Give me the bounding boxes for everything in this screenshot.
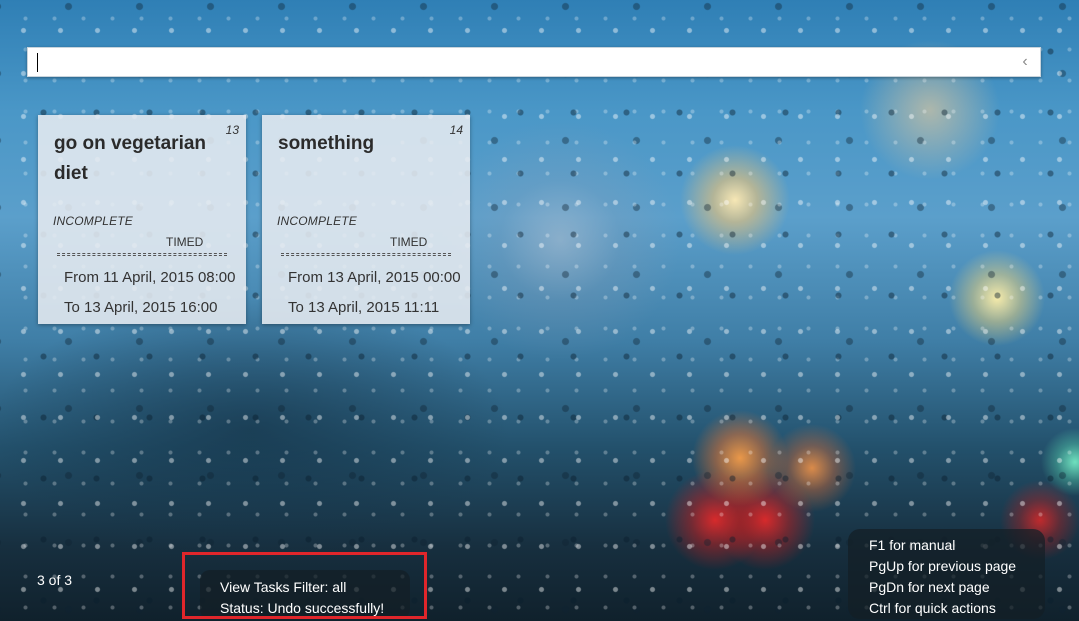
task-start-time: From 13 April, 2015 00:00	[288, 269, 461, 286]
help-panel: F1 for manual PgUp for previous page PgD…	[848, 529, 1045, 619]
task-status: INCOMPLETE	[53, 214, 134, 228]
chevron-left-icon[interactable]: ‹	[1018, 53, 1032, 71]
help-manual-text: F1 for manual	[869, 537, 956, 553]
status-highlight-box	[182, 552, 427, 619]
task-status: INCOMPLETE	[277, 214, 358, 228]
help-quick-actions-text: Ctrl for quick actions	[869, 600, 996, 616]
task-card[interactable]: 14 something INCOMPLETE TIMED From 13 Ap…	[262, 115, 470, 324]
task-divider	[281, 253, 451, 256]
task-divider	[57, 253, 227, 256]
task-end-time: To 13 April, 2015 11:11	[288, 299, 440, 316]
command-input[interactable]	[34, 50, 1004, 74]
task-type: TIMED	[166, 235, 204, 249]
task-title: something	[278, 133, 375, 154]
task-end-time: To 13 April, 2015 16:00	[64, 299, 218, 316]
task-card[interactable]: 13 go on vegetarian diet INCOMPLETE TIME…	[38, 115, 246, 324]
help-prev-page-text: PgUp for previous page	[869, 558, 1017, 574]
help-next-page-text: PgDn for next page	[869, 579, 990, 595]
page-indicator: 3 of 3	[37, 572, 73, 588]
text-caret	[37, 53, 38, 72]
task-start-time: From 11 April, 2015 08:00	[64, 269, 236, 286]
task-type: TIMED	[390, 235, 428, 249]
command-bar[interactable]: ‹	[27, 47, 1041, 77]
task-title: go on vegetarian diet	[54, 133, 207, 184]
